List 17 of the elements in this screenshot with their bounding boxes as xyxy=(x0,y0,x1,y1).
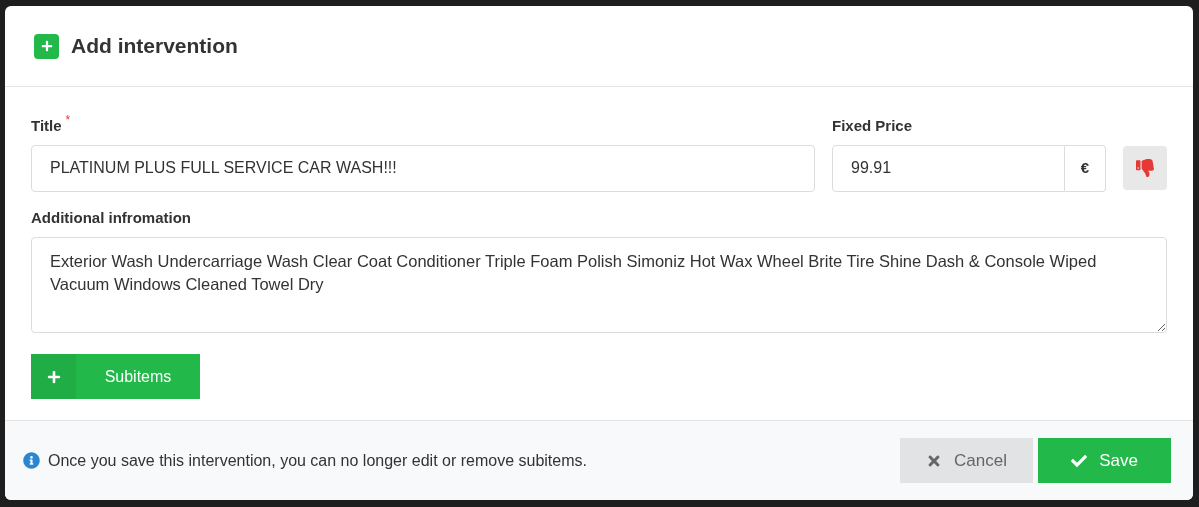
dialog-title: Add intervention xyxy=(71,33,238,60)
info-icon xyxy=(23,452,40,469)
field-label: Fixed Price xyxy=(832,116,914,136)
currency-addon: € xyxy=(1065,144,1106,192)
thumbs-down-icon xyxy=(1136,158,1154,177)
price-field[interactable]: 99.91 xyxy=(832,144,1065,192)
field-label: Additional infromation xyxy=(31,207,192,228)
title-field[interactable]: PLATINUM PLUS FULL SERVICE CAR WASH!!! xyxy=(31,144,815,192)
thumbs-down-button[interactable] xyxy=(1123,145,1167,190)
required-mark: * xyxy=(65,112,71,129)
plus-icon xyxy=(46,369,61,384)
field-label: Title xyxy=(31,116,62,136)
cancel-button[interactable]: Cancel xyxy=(900,438,1033,483)
check-icon xyxy=(1071,452,1088,469)
footer-note: Once you save this intervention, you can no longer edit or remove subitems. xyxy=(48,450,588,471)
information-field[interactable]: Exterior Wash Undercarriage Wash Clear Coat Conditioner Triple Foam Polish Simoniz Hot Wax Wheel Brite Tire Shine Dash & Console Wiped Vacuum Windows Cleaned Towel Dry xyxy=(31,237,1167,333)
add-icon xyxy=(34,33,59,59)
